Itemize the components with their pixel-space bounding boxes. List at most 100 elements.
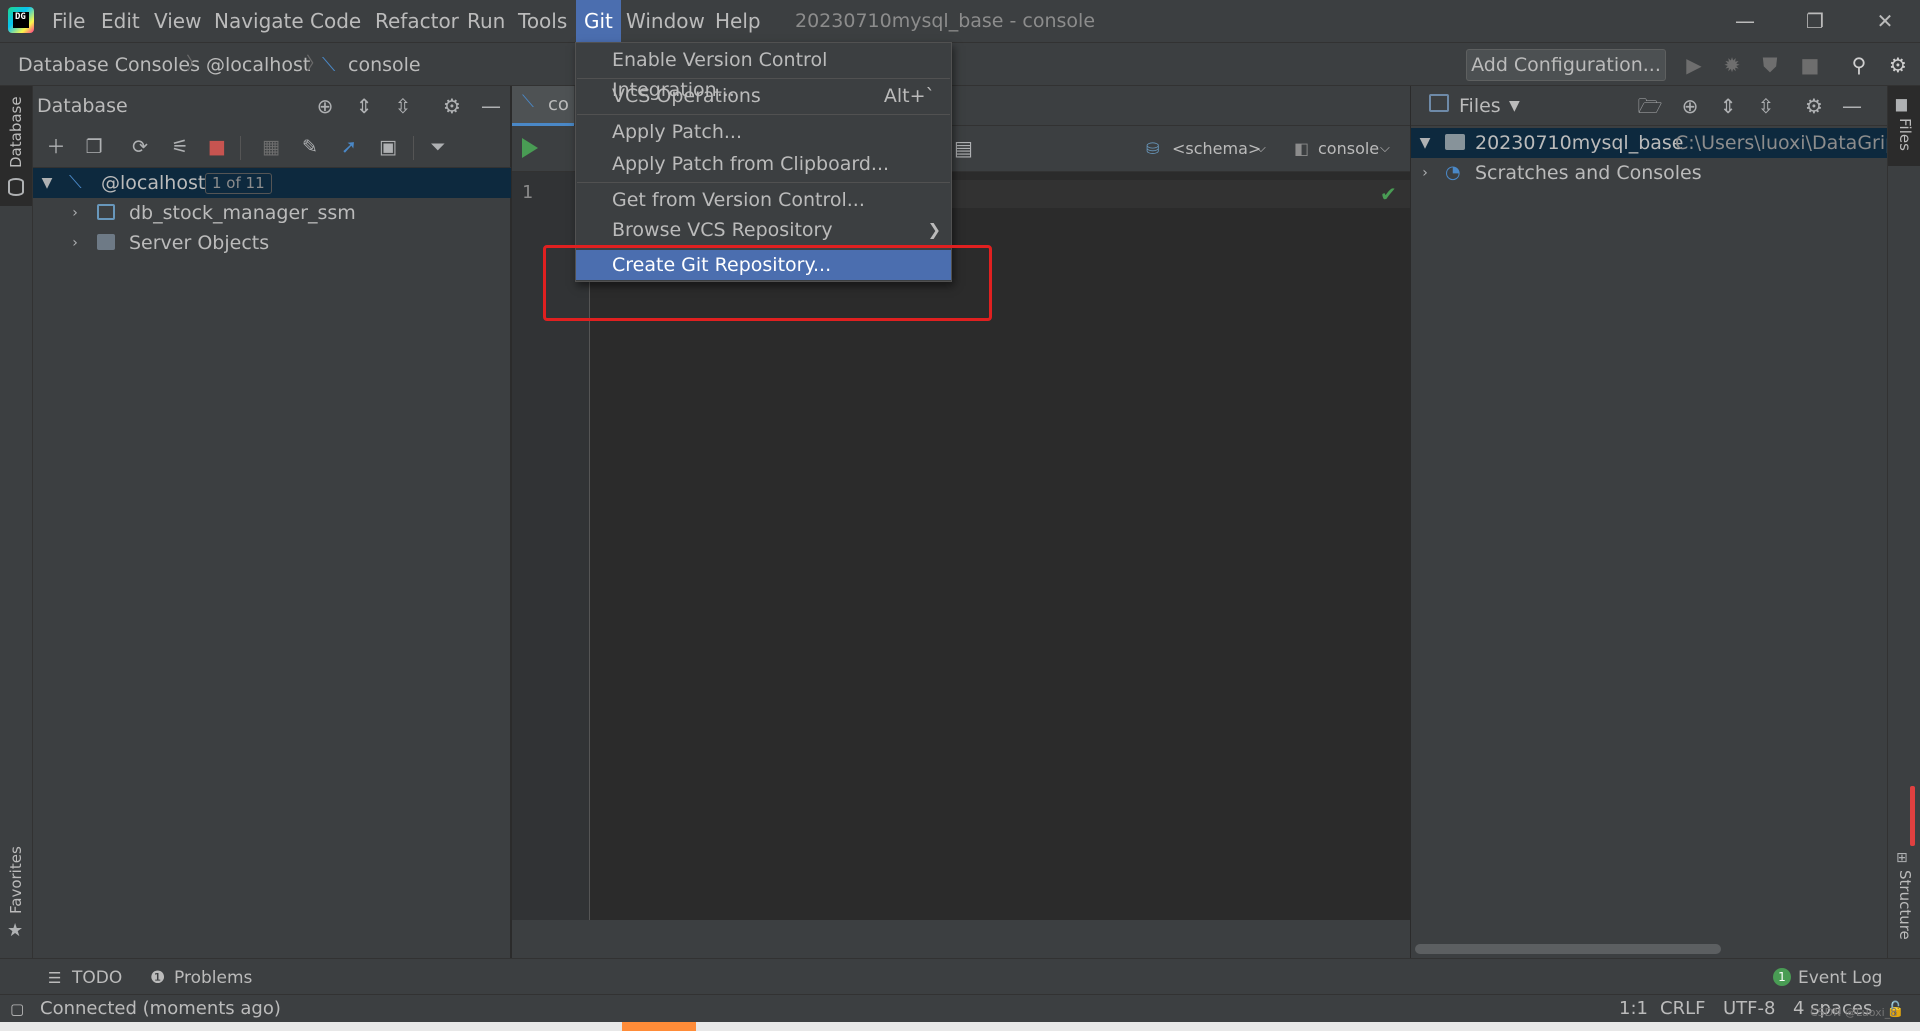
caret-position[interactable]: 1:1: [1619, 995, 1648, 1023]
filter-icon[interactable]: ⏷: [423, 133, 453, 161]
menu-item-get-from-vcs[interactable]: Get from Version Control...: [576, 185, 951, 215]
tab-label: co: [548, 94, 569, 115]
tree-item-db-stock-manager-ssm[interactable]: › db_stock_manager_ssm: [33, 198, 511, 228]
console-select[interactable]: console: [1318, 126, 1379, 172]
tree-item-project[interactable]: ▼ 20230710mysql_base C:\Users\luoxi\Data…: [1411, 128, 1888, 158]
menu-file[interactable]: File: [44, 0, 93, 42]
menu-edit[interactable]: Edit: [93, 0, 148, 42]
minimize-button[interactable]: —: [1710, 0, 1780, 42]
menu-navigate[interactable]: Navigate: [206, 0, 312, 42]
menu-item-browse-vcs[interactable]: Browse VCS Repository ❯: [576, 215, 951, 245]
files-panel: Files ▼ 🗁 ⊕ ⇕ ⇳ ⚙ — ▼ 20230710mysql_base…: [1410, 86, 1888, 958]
coverage-icon[interactable]: ⛊: [1756, 51, 1784, 79]
locate-icon[interactable]: ⊕: [310, 92, 340, 120]
restore-button[interactable]: ❐: [1780, 0, 1850, 42]
console-icon: ⟍: [322, 54, 336, 76]
connection-status: Connected (moments ago): [40, 998, 281, 1019]
menu-item-vcs-operations[interactable]: VCS Operations Alt+`: [576, 81, 951, 111]
stop-icon[interactable]: ■: [202, 133, 232, 161]
chevron-down-icon[interactable]: ⌵: [1256, 126, 1266, 172]
tree-label: @localhost: [101, 172, 206, 194]
jump-to-console-icon[interactable]: ➚: [334, 133, 364, 161]
chevron-right-icon[interactable]: ›: [65, 228, 85, 258]
line-separator[interactable]: CRLF: [1660, 995, 1705, 1023]
tree-label: Server Objects: [129, 232, 270, 254]
menu-tools[interactable]: Tools: [510, 0, 575, 42]
gear-icon[interactable]: ⚙: [1799, 92, 1829, 120]
tab-console[interactable]: ⟍ co: [512, 86, 574, 126]
dropdown-arrow-icon[interactable]: ▼: [1509, 86, 1520, 126]
horizontal-scrollbar[interactable]: [1415, 944, 1721, 954]
event-log-button[interactable]: Event Log: [1798, 959, 1882, 995]
menu-separator: [577, 182, 950, 183]
chevron-right-icon[interactable]: ›: [65, 198, 85, 228]
open-folder-icon[interactable]: 🗁: [1635, 92, 1665, 120]
window-title: 20230710mysql_base - console: [795, 10, 1096, 32]
locate-icon[interactable]: ⊕: [1675, 92, 1705, 120]
query-console-icon[interactable]: ▣: [373, 133, 403, 161]
hide-panel-icon[interactable]: —: [476, 92, 506, 120]
schema-sync-icon[interactable]: ⚟: [165, 133, 195, 161]
tree-item-localhost[interactable]: ▼ ⟍ @localhost 1 of 11: [33, 168, 511, 198]
database-icon: [8, 178, 24, 196]
execute-icon[interactable]: [522, 138, 538, 158]
menu-refactor[interactable]: Refactor: [367, 0, 467, 42]
structure-tool-tab[interactable]: Structure: [1896, 870, 1914, 940]
file-encoding[interactable]: UTF-8: [1723, 995, 1775, 1023]
logo-text: DG: [15, 12, 26, 22]
hide-panel-icon[interactable]: —: [1837, 92, 1867, 120]
close-button[interactable]: ✕: [1850, 0, 1920, 42]
expand-all-icon[interactable]: ⇕: [349, 92, 379, 120]
copy-icon[interactable]: ❐: [79, 133, 109, 161]
menu-help[interactable]: Help: [707, 0, 769, 42]
chevron-down-icon[interactable]: ▼: [1415, 128, 1435, 158]
info-icon: ❶: [150, 968, 166, 988]
breadcrumb-localhost[interactable]: @localhost: [206, 43, 310, 87]
chevron-right-icon[interactable]: ›: [1415, 158, 1435, 188]
edit-icon[interactable]: ✎: [295, 133, 325, 161]
list-icon: ☰: [48, 969, 62, 987]
run-icon[interactable]: ▶: [1680, 51, 1708, 79]
breadcrumb-database-consoles[interactable]: Database Consoles: [18, 43, 200, 87]
problems-button[interactable]: Problems: [174, 959, 252, 995]
collapse-all-icon[interactable]: ⇳: [388, 92, 418, 120]
debug-icon[interactable]: ✹: [1718, 51, 1746, 79]
files-tool-tab[interactable]: Files: [1896, 118, 1914, 151]
menu-view[interactable]: View: [146, 0, 209, 42]
count-badge: 1 of 11: [205, 173, 272, 194]
database-panel: Database ⊕ ⇕ ⇳ ⚙ — ＋ ❐ ⟳ ⚟ ■ ▦ ✎ ➚ ▣ ⏷ ▼…: [33, 86, 511, 958]
tree-item-scratches[interactable]: › ◔ Scratches and Consoles: [1411, 158, 1888, 188]
settings-icon[interactable]: ⚙: [1884, 51, 1912, 79]
menu-item-enable-vcs[interactable]: Enable Version Control Integration...: [576, 45, 951, 101]
console-select-icon: ◧: [1294, 139, 1310, 158]
schema-icon: ⛁: [1146, 139, 1160, 158]
search-icon[interactable]: ⚲: [1845, 51, 1873, 79]
favorites-tool-tab[interactable]: Favorites: [7, 846, 25, 914]
expand-all-icon[interactable]: ⇕: [1713, 92, 1743, 120]
collapse-all-icon[interactable]: ⇳: [1751, 92, 1781, 120]
add-configuration-button[interactable]: Add Configuration...: [1466, 49, 1666, 81]
add-icon[interactable]: ＋: [41, 133, 71, 161]
gear-icon[interactable]: ⚙: [437, 92, 467, 120]
status-toggle-icon[interactable]: ▢: [10, 995, 24, 1023]
folder-icon: ▆: [1896, 96, 1907, 112]
table-icon[interactable]: ▦: [256, 133, 286, 161]
breadcrumb-console[interactable]: console: [348, 43, 421, 87]
tree-item-server-objects[interactable]: › Server Objects: [33, 228, 511, 258]
schema-select[interactable]: <schema>: [1172, 126, 1261, 172]
taskbar-accent: [622, 1022, 696, 1031]
menu-git[interactable]: Git: [576, 0, 621, 42]
todo-button[interactable]: TODO: [72, 959, 122, 995]
menu-item-apply-patch[interactable]: Apply Patch...: [576, 117, 951, 147]
files-panel-title[interactable]: Files: [1459, 86, 1501, 126]
menu-run[interactable]: Run: [459, 0, 513, 42]
menu-item-apply-patch-clipboard[interactable]: Apply Patch from Clipboard...: [576, 149, 951, 179]
stop-icon[interactable]: ■: [1796, 51, 1824, 79]
chevron-down-icon[interactable]: ▼: [37, 168, 57, 198]
chevron-down-icon[interactable]: ⌵: [1380, 126, 1390, 172]
database-tool-tab[interactable]: Database: [7, 96, 25, 168]
refresh-icon[interactable]: ⟳: [125, 133, 155, 161]
menu-window[interactable]: Window: [618, 0, 713, 42]
table-view-icon[interactable]: ▤: [954, 136, 973, 160]
menu-code[interactable]: Code: [302, 0, 369, 42]
